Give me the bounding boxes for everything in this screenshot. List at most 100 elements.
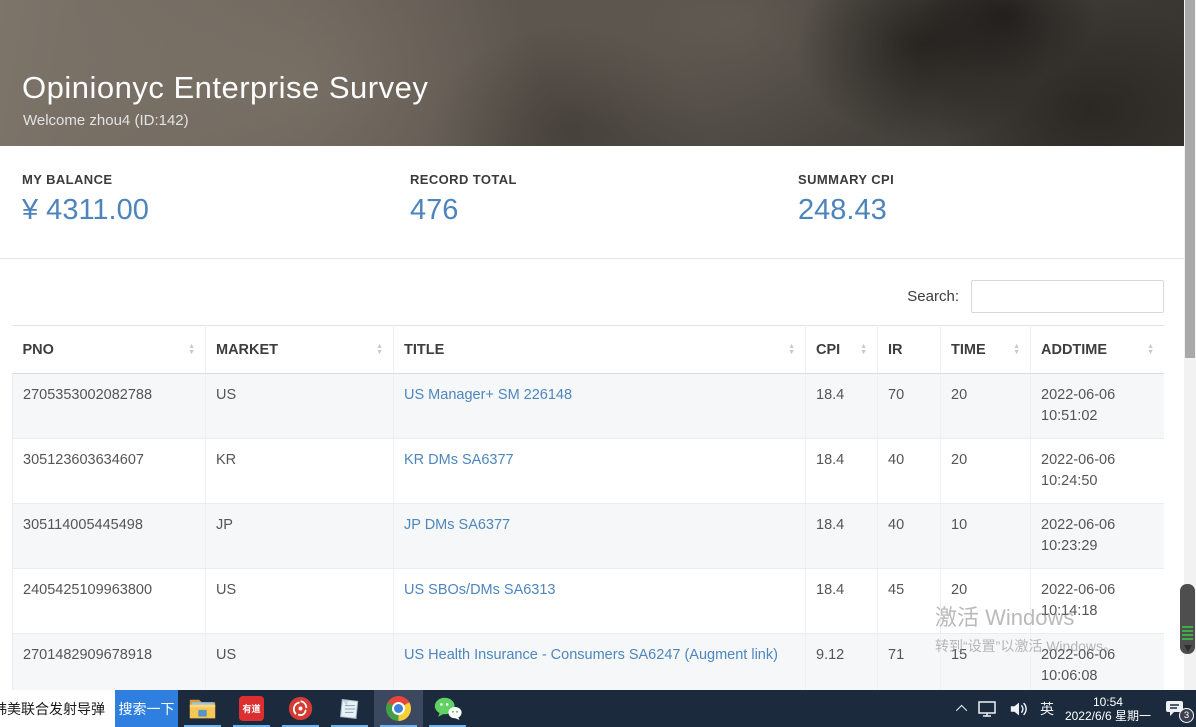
sort-icon	[1147, 344, 1154, 356]
cell-market: JP	[206, 504, 394, 569]
cell-cpi: 18.4	[806, 569, 878, 634]
survey-title-link[interactable]: JP DMs SA6377	[404, 517, 510, 533]
music-icon	[288, 696, 313, 721]
taskbar-clock[interactable]: 10:54 2022/6/6 星期一	[1065, 695, 1151, 723]
tray-expand-chevron-icon[interactable]	[956, 704, 967, 715]
cell-addtime: 2022-06-06 10:06:08	[1031, 634, 1165, 690]
sort-icon	[788, 344, 795, 356]
taskbar-search-text: 韩美联合发射导弹	[0, 699, 105, 719]
page-title: Opinionyc Enterprise Survey	[22, 70, 428, 106]
volume-icon[interactable]	[1009, 700, 1029, 718]
cell-cpi: 18.4	[806, 439, 878, 504]
stat-record-label: RECORD TOTAL	[410, 172, 517, 187]
cell-title: US SBOs/DMs SA6313	[394, 569, 806, 634]
cell-addtime: 2022-06-06 10:51:02	[1031, 374, 1165, 439]
cell-time: 10	[941, 504, 1031, 569]
column-label: TITLE	[404, 342, 444, 358]
language-indicator[interactable]: 英	[1040, 699, 1054, 719]
survey-title-link[interactable]: US Health Insurance - Consumers SA6247 (…	[404, 647, 778, 663]
taskbar-app-notepad[interactable]	[325, 690, 374, 727]
table-column-header[interactable]: IR	[878, 326, 941, 374]
taskbar-app-youdao[interactable]: 有道	[227, 690, 276, 727]
cell-market: US	[206, 569, 394, 634]
column-label: IR	[888, 342, 903, 358]
wechat-icon	[434, 696, 462, 721]
cell-pno: 305123603634607	[13, 439, 206, 504]
column-label: CPI	[816, 342, 840, 358]
notification-center-button[interactable]: 3	[1162, 696, 1188, 722]
survey-table: PNO MARKET TITLE CPI IR TIME	[12, 325, 1164, 690]
cell-ir: 40	[878, 504, 941, 569]
table-row: 2705353002082788 US US Manager+ SM 22614…	[13, 374, 1165, 439]
download-arrow-icon	[1184, 645, 1192, 652]
cell-ir: 71	[878, 634, 941, 690]
search-input[interactable]	[971, 280, 1164, 313]
network-icon[interactable]	[978, 700, 998, 718]
taskbar-search-box[interactable]: 韩美联合发射导弹	[0, 690, 115, 727]
scrollbar-thumb[interactable]	[1185, 0, 1195, 358]
taskbar-search-button[interactable]: 搜索一下	[115, 690, 178, 727]
taskbar-app-chrome[interactable]	[374, 690, 423, 727]
chrome-icon	[386, 696, 411, 721]
cell-addtime: 2022-06-06 10:14:18	[1031, 569, 1165, 634]
cell-ir: 45	[878, 569, 941, 634]
stat-cpi-value: 248.43	[798, 194, 894, 227]
cell-pno: 2405425109963800	[13, 569, 206, 634]
table-header-row: PNO MARKET TITLE CPI IR TIME	[13, 326, 1165, 374]
stat-record-total: RECORD TOTAL 476	[410, 172, 517, 227]
download-float-widget[interactable]	[1180, 584, 1195, 654]
cell-title: JP DMs SA6377	[394, 504, 806, 569]
table-column-header[interactable]: TIME	[941, 326, 1031, 374]
table-column-header[interactable]: TITLE	[394, 326, 806, 374]
sort-icon	[1013, 344, 1020, 356]
table-row: 2701482909678918 US US Health Insurance …	[13, 634, 1165, 690]
cell-cpi: 18.4	[806, 374, 878, 439]
stat-balance-label: MY BALANCE	[22, 172, 149, 187]
folder-icon	[189, 698, 216, 720]
cell-time: 20	[941, 569, 1031, 634]
system-tray: 英 10:54 2022/6/6 星期一 3	[959, 690, 1196, 727]
cell-time: 20	[941, 439, 1031, 504]
clock-time: 10:54	[1065, 695, 1151, 709]
notification-badge: 3	[1179, 708, 1194, 723]
survey-title-link[interactable]: US SBOs/DMs SA6313	[404, 582, 556, 598]
stat-balance-value: ¥ 4311.00	[22, 194, 149, 227]
taskbar-app-wechat[interactable]	[423, 690, 472, 727]
table-row: 2405425109963800 US US SBOs/DMs SA6313 1…	[13, 569, 1165, 634]
table-column-header[interactable]: CPI	[806, 326, 878, 374]
cell-time: 15	[941, 634, 1031, 690]
table-row: 305114005445498 JP JP DMs SA6377 18.4 40…	[13, 504, 1165, 569]
search-label: Search:	[907, 288, 959, 305]
cell-pno: 2701482909678918	[13, 634, 206, 690]
table-column-header[interactable]: ADDTIME	[1031, 326, 1165, 374]
survey-title-link[interactable]: KR DMs SA6377	[404, 452, 514, 468]
cell-addtime: 2022-06-06 10:24:50	[1031, 439, 1165, 504]
stat-cpi-label: SUMMARY CPI	[798, 172, 894, 187]
welcome-text: Welcome zhou4 (ID:142)	[23, 112, 189, 129]
column-label: PNO	[23, 342, 54, 358]
survey-title-link[interactable]: US Manager+ SM 226148	[404, 387, 572, 403]
stat-balance: MY BALANCE ¥ 4311.00	[22, 172, 149, 227]
stat-summary-cpi: SUMMARY CPI 248.43	[798, 172, 894, 227]
taskbar-app-file-explorer[interactable]	[178, 690, 227, 727]
table-column-header[interactable]: MARKET	[206, 326, 394, 374]
sort-icon	[188, 344, 195, 356]
stat-record-value: 476	[410, 194, 517, 227]
table-column-header[interactable]: PNO	[13, 326, 206, 374]
cell-market: KR	[206, 439, 394, 504]
notepad-icon	[338, 697, 362, 721]
cell-market: US	[206, 634, 394, 690]
cell-time: 20	[941, 374, 1031, 439]
hero-banner: Opinionyc Enterprise Survey Welcome zhou…	[0, 0, 1184, 146]
table-body: 2705353002082788 US US Manager+ SM 22614…	[13, 374, 1165, 691]
cell-market: US	[206, 374, 394, 439]
cell-ir: 40	[878, 439, 941, 504]
column-label: ADDTIME	[1041, 342, 1107, 358]
download-stripes-icon	[1182, 624, 1193, 640]
column-label: MARKET	[216, 342, 278, 358]
cell-ir: 70	[878, 374, 941, 439]
cell-cpi: 9.12	[806, 634, 878, 690]
cell-pno: 305114005445498	[13, 504, 206, 569]
taskbar-app-netease-music[interactable]	[276, 690, 325, 727]
sort-icon	[376, 344, 383, 356]
